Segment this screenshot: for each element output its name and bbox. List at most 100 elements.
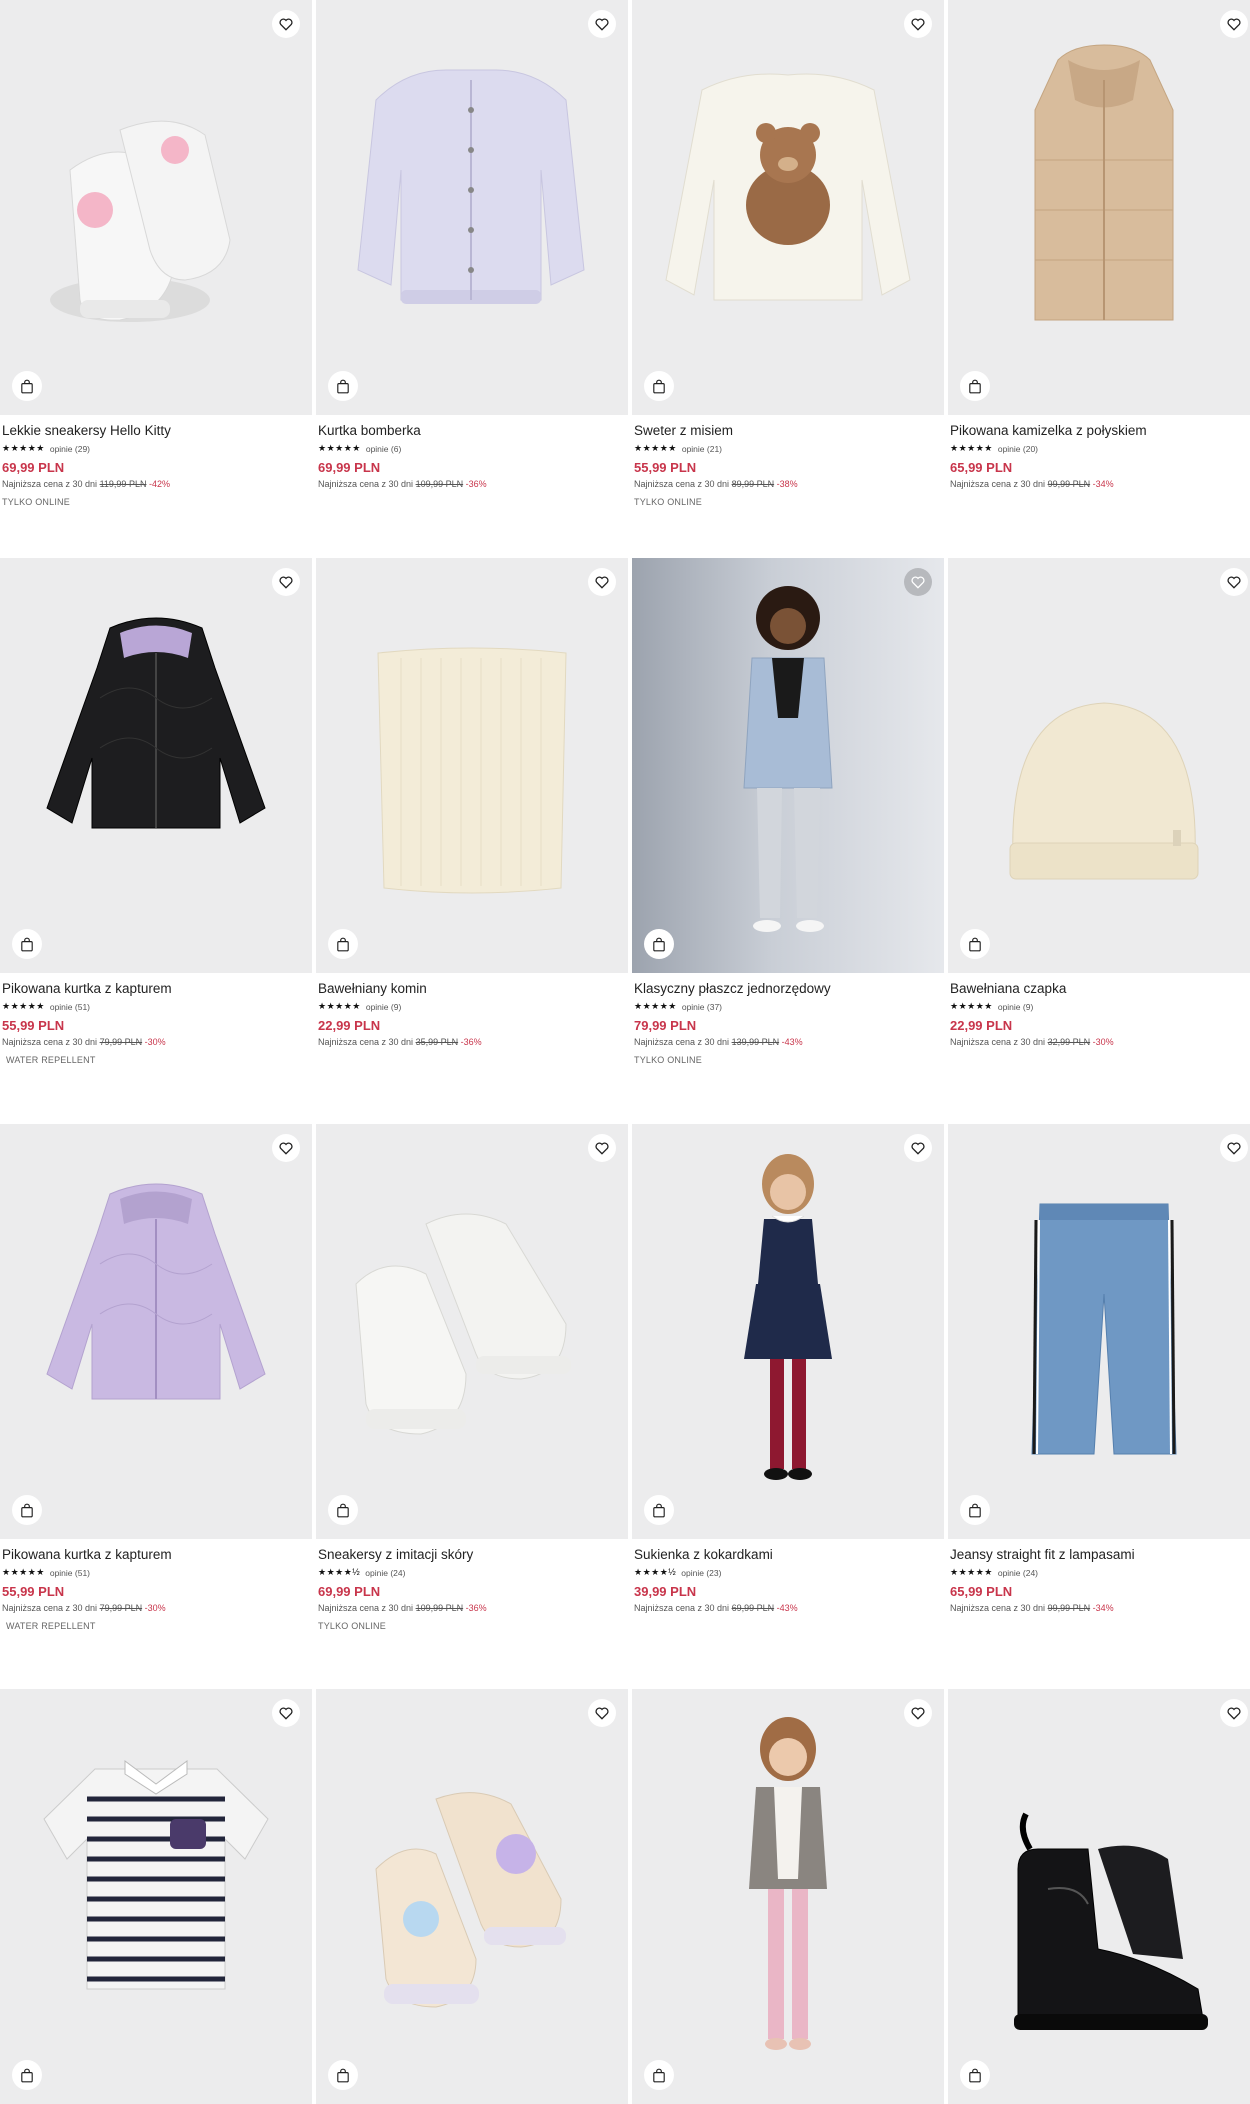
product-card[interactable]: Jeansy straight fit z lampasami ★★★★★ opi… <box>948 1124 1250 1621</box>
product-card[interactable]: Bawełniany komin ★★★★★ opinie (9) 22,99 P… <box>316 558 628 1055</box>
add-to-wishlist-button[interactable] <box>272 1134 300 1162</box>
product-card[interactable]: Lekkie sneakersy Hello Kitty ★★★★★ opinie… <box>0 0 312 507</box>
product-name[interactable]: Klasyczny płaszcz jednorzędowy <box>634 981 942 997</box>
add-to-wishlist-button[interactable] <box>904 568 932 596</box>
add-to-cart-button[interactable] <box>960 2060 990 2090</box>
add-to-wishlist-button[interactable] <box>904 1134 932 1162</box>
product-image[interactable] <box>0 1124 312 1539</box>
add-to-cart-button[interactable] <box>12 929 42 959</box>
review-count[interactable]: opinie (51) <box>50 1568 90 1578</box>
add-to-cart-button[interactable] <box>644 2060 674 2090</box>
add-to-cart-button[interactable] <box>960 1495 990 1525</box>
review-count[interactable]: opinie (20) <box>998 444 1038 454</box>
review-count[interactable]: opinie (37) <box>682 1002 722 1012</box>
product-image[interactable] <box>632 558 944 973</box>
product-card[interactable] <box>0 1689 312 2104</box>
add-to-wishlist-button[interactable] <box>1220 1134 1248 1162</box>
girl-navy-dress-image <box>744 1154 832 1480</box>
product-image[interactable] <box>632 0 944 415</box>
product-name[interactable]: Pikowana kurtka z kapturem <box>2 981 310 997</box>
add-to-cart-button[interactable] <box>12 2060 42 2090</box>
product-price: 55,99 PLN <box>634 460 697 475</box>
product-card[interactable]: Klasyczny płaszcz jednorzędowy ★★★★★ opin… <box>632 558 944 1065</box>
product-image[interactable] <box>316 1689 628 2104</box>
product-image[interactable] <box>948 558 1250 973</box>
add-to-wishlist-button[interactable] <box>588 568 616 596</box>
add-to-wishlist-button[interactable] <box>272 1699 300 1727</box>
add-to-cart-button[interactable] <box>960 371 990 401</box>
product-name[interactable]: Bawełniana czapka <box>950 981 1250 997</box>
add-to-cart-button[interactable] <box>12 1495 42 1525</box>
review-count[interactable]: opinie (21) <box>682 444 722 454</box>
product-name[interactable]: Sukienka z kokardkami <box>634 1547 942 1563</box>
add-to-wishlist-button[interactable] <box>1220 10 1248 38</box>
review-count[interactable]: opinie (9) <box>998 1002 1033 1012</box>
product-card[interactable]: Kurtka bomberka ★★★★★ opinie (6) 69,99 PL… <box>316 0 628 497</box>
product-name[interactable]: Kurtka bomberka <box>318 423 626 439</box>
shopping-bag-icon <box>337 937 349 951</box>
girl-grey-cardigan-image <box>749 1717 827 2050</box>
beige-puffer-vest-image <box>1034 44 1174 321</box>
lowest-price-info: Najniższa cena z 30 dni 109,99 PLN -36% <box>318 479 626 489</box>
product-image[interactable] <box>316 1124 628 1539</box>
product-image[interactable] <box>316 0 628 415</box>
add-to-wishlist-button[interactable] <box>588 1699 616 1727</box>
add-to-cart-button[interactable] <box>328 1495 358 1525</box>
product-card[interactable]: Pikowana kurtka z kapturem ★★★★★ opinie (… <box>0 1124 312 1631</box>
lowest-price-info: Najniższa cena z 30 dni 109,99 PLN -36% <box>318 1603 626 1613</box>
product-card[interactable]: Bawełniana czapka ★★★★★ opinie (9) 22,99 … <box>948 558 1250 1055</box>
add-to-cart-button[interactable] <box>644 371 674 401</box>
add-to-cart-button[interactable] <box>644 929 674 959</box>
product-card[interactable]: Sukienka z kokardkami ★★★★½ opinie (23) 3… <box>632 1124 944 1621</box>
add-to-wishlist-button[interactable] <box>272 10 300 38</box>
product-image[interactable] <box>948 1689 1250 2104</box>
product-image[interactable] <box>316 558 628 973</box>
add-to-cart-button[interactable] <box>960 929 990 959</box>
add-to-cart-button[interactable] <box>328 2060 358 2090</box>
product-name[interactable]: Sweter z misiem <box>634 423 942 439</box>
add-to-wishlist-button[interactable] <box>1220 1699 1248 1727</box>
add-to-wishlist-button[interactable] <box>588 1134 616 1162</box>
add-to-cart-button[interactable] <box>328 371 358 401</box>
review-count[interactable]: opinie (6) <box>366 444 401 454</box>
review-count[interactable]: opinie (23) <box>681 1568 721 1578</box>
review-count[interactable]: opinie (9) <box>366 1002 401 1012</box>
discount-badge: -36% <box>460 1037 482 1047</box>
product-image[interactable] <box>948 1124 1250 1539</box>
review-count[interactable]: opinie (29) <box>50 444 90 454</box>
product-card[interactable]: Sneakersy z imitacji skóry ★★★★½ opinie (… <box>316 1124 628 1631</box>
product-image[interactable] <box>632 1124 944 1539</box>
add-to-wishlist-button[interactable] <box>904 10 932 38</box>
product-price: 55,99 PLN <box>2 1584 65 1599</box>
product-card[interactable]: Pikowana kamizelka z połyskiem ★★★★★ opin… <box>948 0 1250 497</box>
review-count[interactable]: opinie (24) <box>998 1568 1038 1578</box>
product-image[interactable] <box>0 0 312 415</box>
product-name[interactable]: Pikowana kamizelka z połyskiem <box>950 423 1250 439</box>
product-card[interactable]: Pikowana kurtka z kapturem ★★★★★ opinie (… <box>0 558 312 1065</box>
lilac-bomber-jacket-image <box>357 69 585 304</box>
product-image[interactable] <box>0 558 312 973</box>
product-card[interactable] <box>316 1689 628 2104</box>
heart-icon <box>1227 576 1241 589</box>
product-card[interactable]: Sweter z misiem ★★★★★ opinie (21) 55,99 P… <box>632 0 944 507</box>
product-name[interactable]: Pikowana kurtka z kapturem <box>2 1547 310 1563</box>
add-to-cart-button[interactable] <box>12 371 42 401</box>
product-name[interactable]: Lekkie sneakersy Hello Kitty <box>2 423 310 439</box>
add-to-wishlist-button[interactable] <box>904 1699 932 1727</box>
product-card[interactable] <box>948 1689 1250 2104</box>
product-image[interactable] <box>948 0 1250 415</box>
review-count[interactable]: opinie (24) <box>365 1568 405 1578</box>
add-to-wishlist-button[interactable] <box>1220 568 1248 596</box>
product-image[interactable] <box>632 1689 944 2104</box>
product-name[interactable]: Jeansy straight fit z lampasami <box>950 1547 1250 1563</box>
review-count[interactable]: opinie (51) <box>50 1002 90 1012</box>
add-to-cart-button[interactable] <box>328 929 358 959</box>
add-to-wishlist-button[interactable] <box>272 568 300 596</box>
product-name[interactable]: Bawełniany komin <box>318 981 626 997</box>
heart-icon <box>595 1142 609 1155</box>
add-to-wishlist-button[interactable] <box>588 10 616 38</box>
add-to-cart-button[interactable] <box>644 1495 674 1525</box>
product-image[interactable] <box>0 1689 312 2104</box>
product-name[interactable]: Sneakersy z imitacji skóry <box>318 1547 626 1563</box>
product-card[interactable] <box>632 1689 944 2104</box>
